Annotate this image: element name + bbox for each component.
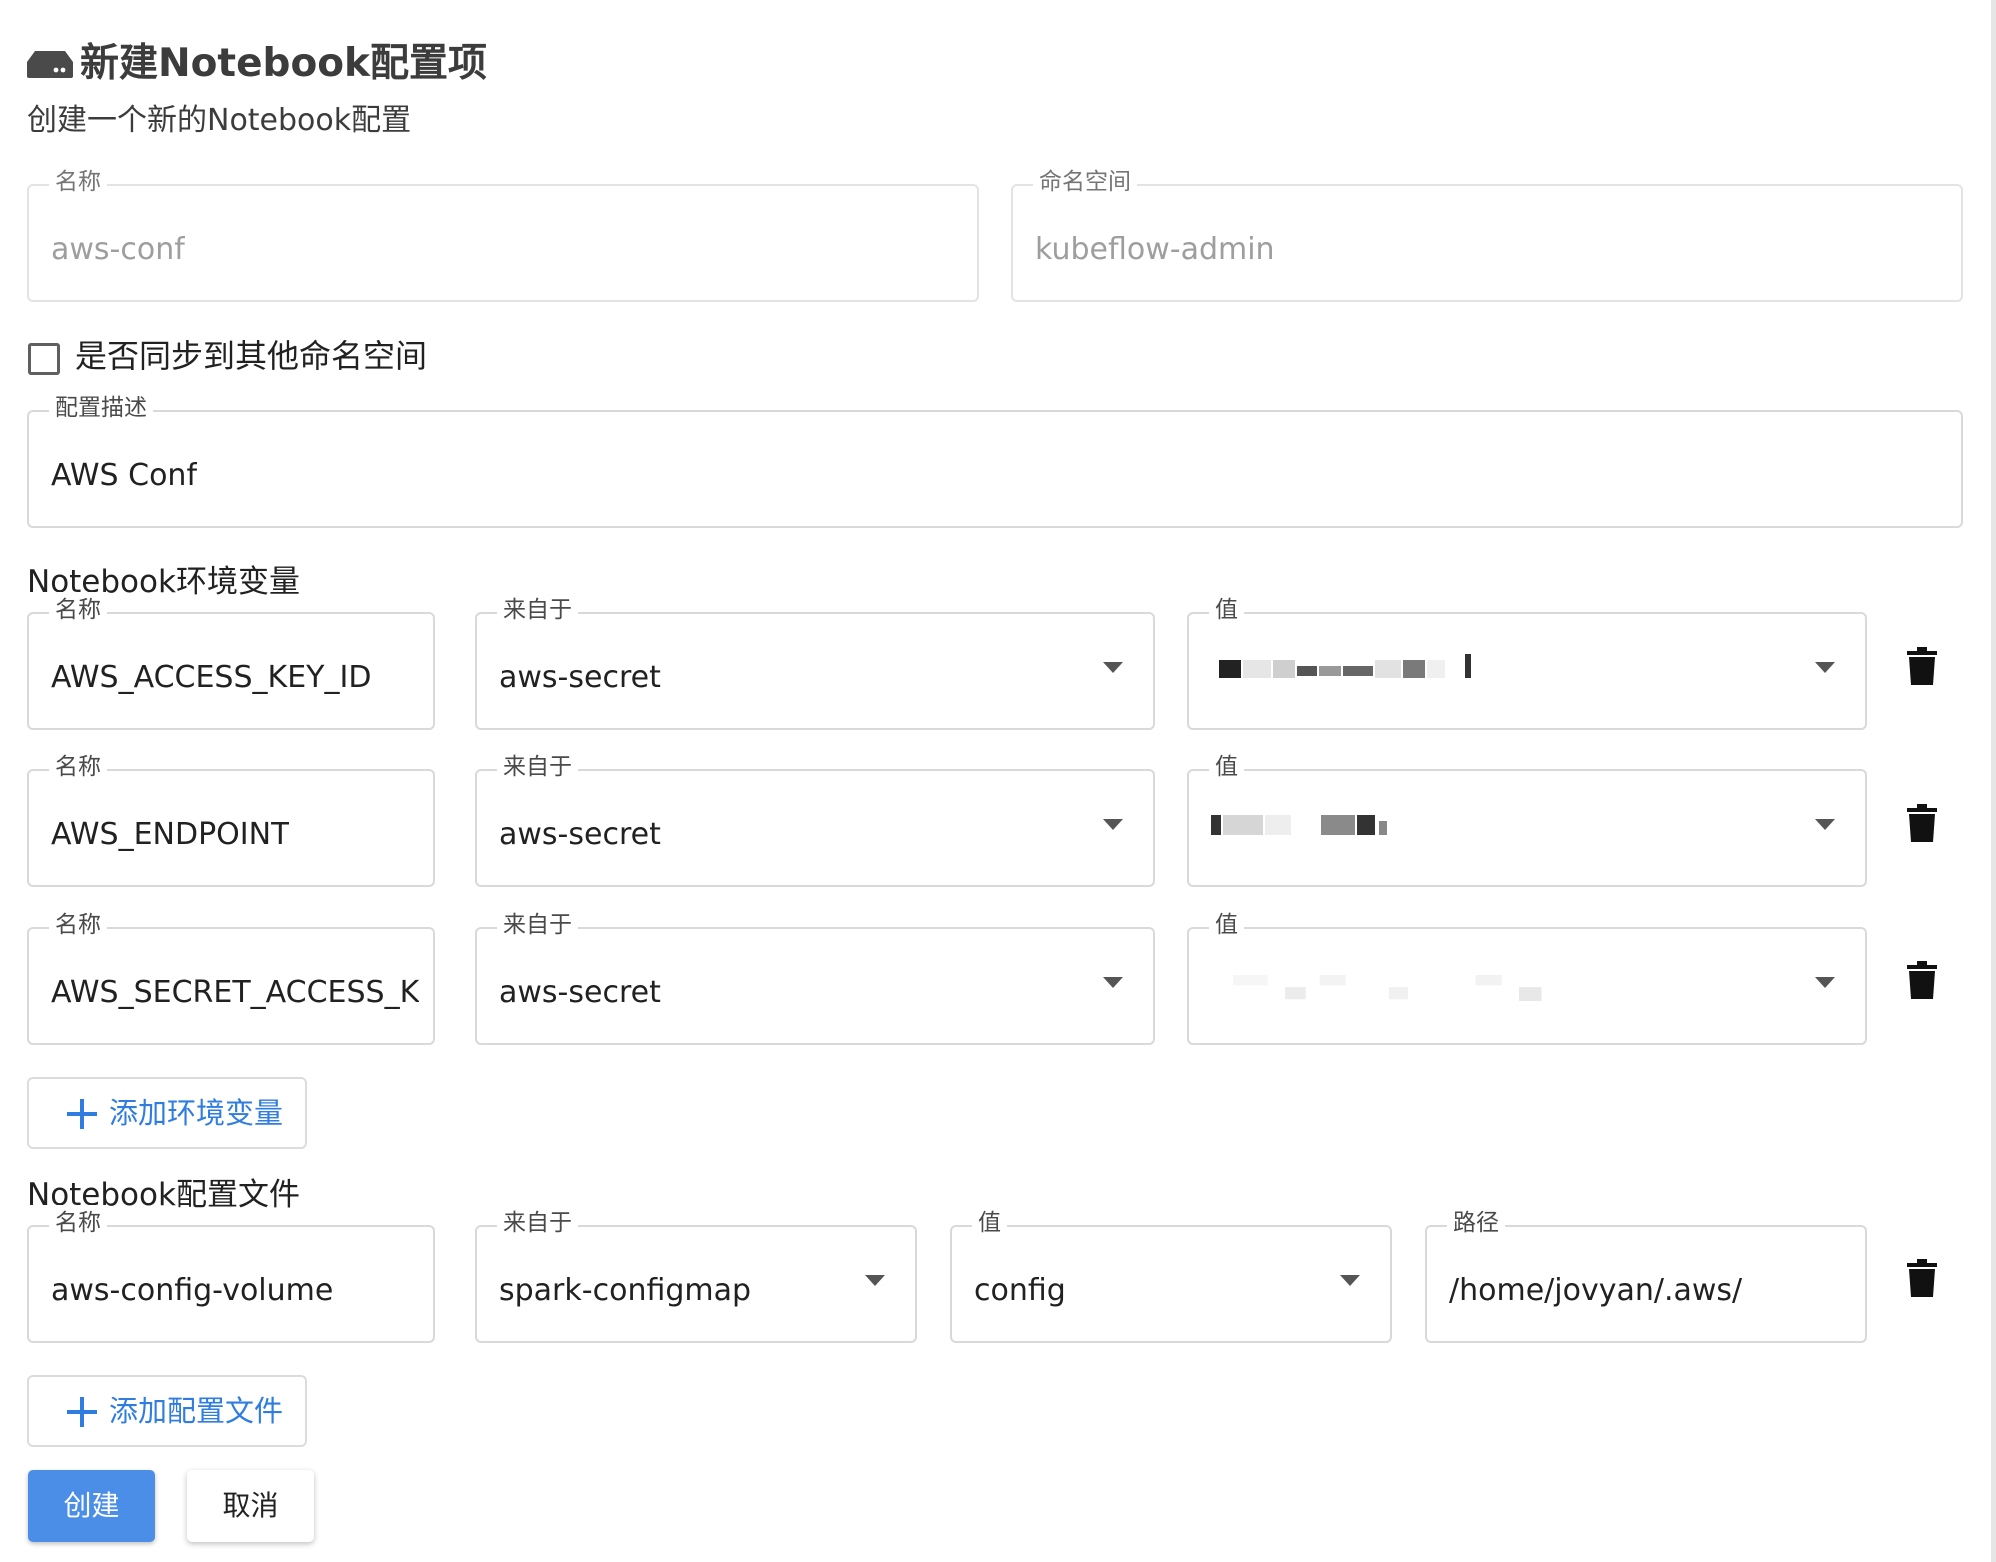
chevron-down-icon	[1815, 819, 1835, 830]
namespace-field-value: kubeflow-admin	[1035, 232, 1275, 267]
add-env-var-label: 添加环境变量	[109, 1096, 284, 1130]
delete-env-3-icon[interactable]	[1907, 961, 1937, 999]
env-value-label: 值	[1209, 907, 1244, 943]
sync-checkbox[interactable]	[28, 343, 60, 375]
env-value-label: 值	[1209, 592, 1244, 628]
add-env-var-button[interactable]: 添加环境变量	[27, 1077, 307, 1149]
scrollbar-track	[1991, 0, 1996, 1562]
env-from-label: 来自于	[497, 749, 578, 785]
file-name-field[interactable]: 名称 aws-config-volume	[27, 1205, 435, 1343]
page-subtitle: 创建一个新的Notebook配置	[27, 103, 412, 138]
file-path-value: /home/jovyan/.aws/	[1449, 1273, 1743, 1308]
namespace-field-label: 命名空间	[1033, 164, 1137, 200]
env-name-value: AWS_ENDPOINT	[51, 817, 290, 852]
add-config-file-button[interactable]: 添加配置文件	[27, 1375, 307, 1447]
env-name-value: AWS_ACCESS_KEY_ID	[51, 660, 372, 695]
name-field-label: 名称	[49, 164, 107, 200]
chevron-down-icon	[1103, 819, 1123, 830]
env-from-select[interactable]: 来自于 aws-secret	[475, 907, 1155, 1045]
env-name-field[interactable]: 名称 AWS_SECRET_ACCESS_K	[27, 907, 435, 1045]
file-value-select[interactable]: 值 config	[950, 1205, 1392, 1343]
env-name-label: 名称	[49, 907, 107, 943]
redacted-value	[1233, 975, 1542, 1001]
delete-env-2-icon[interactable]	[1907, 804, 1937, 842]
description-field-label: 配置描述	[49, 390, 153, 426]
delete-file-1-icon[interactable]	[1907, 1259, 1937, 1297]
file-name-label: 名称	[49, 1205, 107, 1241]
file-name-value: aws-config-volume	[51, 1273, 334, 1308]
description-field[interactable]: 配置描述 AWS Conf	[27, 390, 1963, 528]
env-from-value: aws-secret	[499, 975, 661, 1010]
namespace-field[interactable]: 命名空间 kubeflow-admin	[1011, 164, 1963, 302]
redacted-value	[1219, 654, 1471, 678]
file-path-label: 路径	[1447, 1205, 1505, 1241]
storage-drive-icon	[27, 51, 73, 78]
env-value-select[interactable]: 值	[1187, 907, 1867, 1045]
env-from-select[interactable]: 来自于 aws-secret	[475, 592, 1155, 730]
env-from-value: aws-secret	[499, 660, 661, 695]
plus-icon	[67, 1099, 97, 1129]
chevron-down-icon	[865, 1275, 885, 1286]
env-name-label: 名称	[49, 749, 107, 785]
file-value-value: config	[974, 1273, 1066, 1308]
chevron-down-icon	[1815, 662, 1835, 673]
file-from-value: spark-configmap	[499, 1273, 752, 1308]
chevron-down-icon	[1103, 662, 1123, 673]
sync-checkbox-label: 是否同步到其他命名空间	[75, 337, 428, 375]
file-path-field[interactable]: 路径 /home/jovyan/.aws/	[1425, 1205, 1867, 1343]
add-config-file-label: 添加配置文件	[109, 1394, 284, 1428]
file-value-label: 值	[972, 1205, 1007, 1241]
name-field[interactable]: 名称 aws-conf	[27, 164, 979, 302]
env-value-select[interactable]: 值	[1187, 592, 1867, 730]
env-name-field[interactable]: 名称 AWS_ENDPOINT	[27, 749, 435, 887]
chevron-down-icon	[1815, 977, 1835, 988]
env-from-select[interactable]: 来自于 aws-secret	[475, 749, 1155, 887]
env-from-value: aws-secret	[499, 817, 661, 852]
name-field-value: aws-conf	[51, 232, 185, 267]
file-from-label: 来自于	[497, 1205, 578, 1241]
redacted-value	[1211, 815, 1387, 835]
env-name-field[interactable]: 名称 AWS_ACCESS_KEY_ID	[27, 592, 435, 730]
file-from-select[interactable]: 来自于 spark-configmap	[475, 1205, 917, 1343]
env-value-select[interactable]: 值	[1187, 749, 1867, 887]
env-name-label: 名称	[49, 592, 107, 628]
cancel-button[interactable]: 取消	[187, 1470, 314, 1542]
delete-env-1-icon[interactable]	[1907, 647, 1937, 685]
env-name-value: AWS_SECRET_ACCESS_K	[51, 975, 420, 1010]
create-button[interactable]: 创建	[28, 1470, 155, 1542]
chevron-down-icon	[1103, 977, 1123, 988]
env-from-label: 来自于	[497, 907, 578, 943]
chevron-down-icon	[1340, 1275, 1360, 1286]
plus-icon	[67, 1397, 97, 1427]
env-value-label: 值	[1209, 749, 1244, 785]
description-field-value: AWS Conf	[51, 458, 198, 493]
page-title: 新建Notebook配置项	[80, 41, 487, 86]
env-from-label: 来自于	[497, 592, 578, 628]
